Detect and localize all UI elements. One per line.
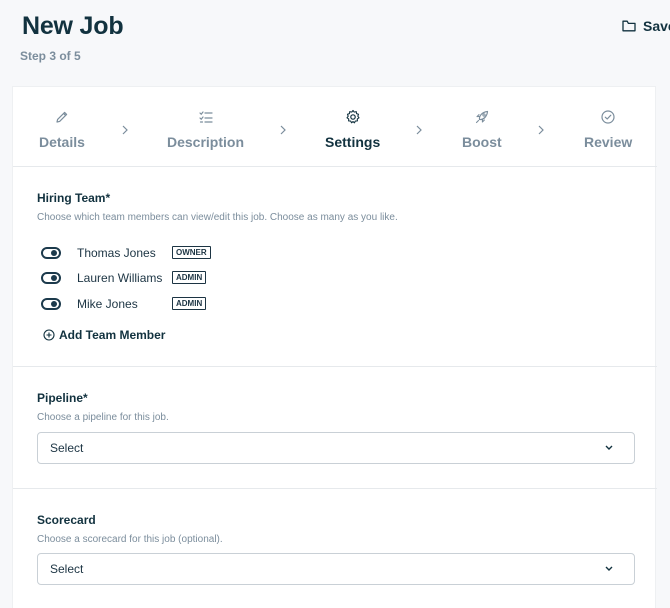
role-badge: ADMIN: [172, 271, 207, 284]
rocket-icon: [475, 110, 488, 124]
step-label: Settings: [325, 134, 381, 150]
member-toggle[interactable]: [41, 298, 61, 310]
divider: [13, 488, 657, 489]
member-toggle[interactable]: [41, 272, 61, 284]
save-label: Save: [643, 18, 670, 34]
team-member-row: Mike Jones ADMIN: [41, 296, 207, 312]
toggle-knob: [51, 301, 57, 307]
pipeline-select[interactable]: Select: [37, 432, 635, 464]
member-name: Thomas Jones: [77, 246, 156, 260]
member-name: Lauren Williams: [77, 271, 163, 285]
section-title: Scorecard: [37, 513, 96, 527]
checklist-icon: [198, 111, 213, 123]
step-indicator: Step 3 of 5: [20, 49, 81, 63]
add-team-member-label: Add Team Member: [59, 328, 166, 342]
chevron-down-icon: [605, 566, 613, 571]
step-settings[interactable]: Settings: [325, 109, 380, 150]
section-description: Choose which team members can view/edit …: [37, 212, 398, 223]
step-details[interactable]: Details: [39, 109, 85, 150]
section-description: Choose a pipeline for this job.: [37, 412, 169, 423]
chevron-right-icon: [280, 125, 286, 135]
pencil-icon: [56, 111, 68, 123]
member-toggle[interactable]: [41, 247, 61, 259]
select-value: Select: [50, 562, 84, 576]
step-label: Boost: [462, 134, 502, 150]
step-review[interactable]: Review: [584, 109, 632, 150]
step-label: Description: [167, 134, 245, 150]
step-label: Review: [584, 134, 633, 150]
page-title: New Job: [22, 12, 124, 40]
plus-circle-icon: [43, 329, 55, 341]
chevron-down-icon: [605, 445, 613, 450]
chevron-right-icon: [538, 125, 544, 135]
add-team-member-button[interactable]: Add Team Member: [43, 328, 165, 342]
step-boost[interactable]: Boost: [462, 109, 502, 150]
stepper: Details Description Settings Boost Revie…: [13, 87, 657, 167]
save-button[interactable]: Save: [622, 18, 670, 34]
chevron-right-icon: [416, 125, 422, 135]
step-description[interactable]: Description: [167, 109, 244, 150]
gear-icon: [346, 109, 360, 124]
scorecard-select[interactable]: Select: [37, 553, 635, 585]
role-badge: OWNER: [172, 246, 211, 259]
role-badge: ADMIN: [172, 297, 207, 310]
chevron-right-icon: [122, 125, 128, 135]
section-title: Pipeline*: [37, 391, 88, 405]
toggle-knob: [51, 275, 57, 281]
member-name: Mike Jones: [77, 297, 138, 311]
job-form-card: Details Description Settings Boost Revie…: [12, 86, 657, 608]
section-title: Hiring Team*: [37, 191, 111, 205]
team-member-row: Thomas Jones OWNER: [41, 245, 211, 261]
folder-icon: [622, 20, 636, 32]
step-label: Details: [39, 134, 85, 150]
toggle-knob: [51, 250, 57, 256]
divider: [13, 366, 657, 367]
check-circle-icon: [601, 110, 615, 124]
select-value: Select: [50, 441, 84, 455]
section-description: Choose a scorecard for this job (optiona…: [37, 534, 223, 545]
team-member-row: Lauren Williams ADMIN: [41, 270, 207, 286]
